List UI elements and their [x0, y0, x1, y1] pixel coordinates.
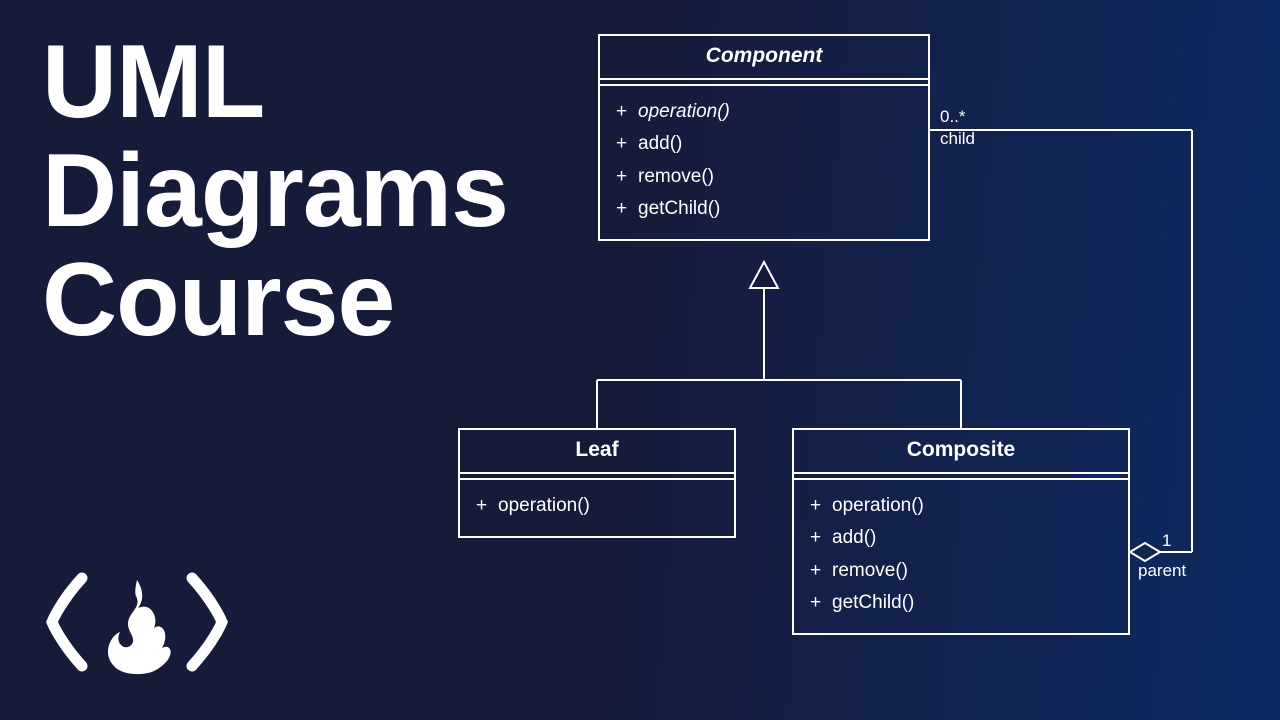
visibility-sign: +: [810, 490, 832, 522]
role-parent: parent: [1138, 560, 1186, 581]
multiplicity-parent: 1: [1162, 530, 1171, 551]
class-box-component: Component +operation()+add()+remove()+ge…: [598, 34, 930, 241]
operation-name: getChild(): [832, 592, 914, 613]
operations-compartment: +operation(): [460, 480, 734, 536]
operation-row: +getChild(): [810, 587, 1112, 619]
operation-name: add(): [832, 527, 876, 548]
operation-name: operation(): [832, 495, 924, 516]
operation-row: +operation(): [810, 490, 1112, 522]
aggregation-diamond-icon: [1130, 543, 1160, 561]
operation-row: +getChild(): [616, 193, 912, 225]
operation-name: getChild(): [638, 198, 720, 219]
freecodecamp-logo-icon: [42, 562, 232, 682]
multiplicity-child: 0..*: [940, 106, 966, 127]
operation-name: operation(): [638, 101, 730, 122]
operation-name: remove(): [638, 166, 714, 187]
visibility-sign: +: [616, 128, 638, 160]
operation-row: +remove(): [810, 555, 1112, 587]
role-child: child: [940, 128, 975, 149]
visibility-sign: +: [810, 555, 832, 587]
visibility-sign: +: [810, 587, 832, 619]
title-line-1: UML: [42, 28, 508, 137]
class-name: Component: [600, 36, 928, 80]
course-title: UML Diagrams Course: [42, 28, 508, 356]
visibility-sign: +: [810, 522, 832, 554]
class-box-composite: Composite +operation()+add()+remove()+ge…: [792, 428, 1130, 635]
visibility-sign: +: [616, 96, 638, 128]
operation-name: operation(): [498, 495, 590, 516]
operation-row: +remove(): [616, 161, 912, 193]
visibility-sign: +: [616, 161, 638, 193]
visibility-sign: +: [616, 193, 638, 225]
operations-compartment: +operation()+add()+remove()+getChild(): [600, 86, 928, 239]
class-box-leaf: Leaf +operation(): [458, 428, 736, 538]
operations-compartment: +operation()+add()+remove()+getChild(): [794, 480, 1128, 633]
operation-row: +add(): [616, 128, 912, 160]
title-line-2: Diagrams: [42, 137, 508, 246]
class-name: Leaf: [460, 430, 734, 474]
class-name: Composite: [794, 430, 1128, 474]
operation-row: +operation(): [476, 490, 718, 522]
operation-row: +operation(): [616, 96, 912, 128]
operation-name: add(): [638, 133, 682, 154]
operation-name: remove(): [832, 560, 908, 581]
operation-row: +add(): [810, 522, 1112, 554]
visibility-sign: +: [476, 490, 498, 522]
title-line-3: Course: [42, 246, 508, 355]
generalization-arrowhead-icon: [750, 262, 778, 288]
